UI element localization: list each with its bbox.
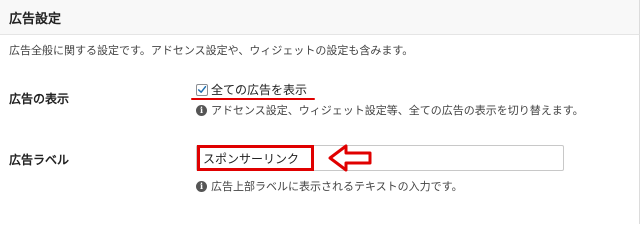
annotation-underline [191,98,315,100]
panel-header: 広告設定 [0,0,640,35]
show-ads-help: i アドセンス設定、ウィジェット設定等、全ての広告の表示を切り替えます。 [196,102,584,118]
checkmark-icon [197,85,207,93]
left-arrow-icon [328,144,372,172]
show-all-ads-checkbox[interactable] [196,83,208,96]
ad-settings-panel: 広告設定 広告全般に関する設定です。アドセンス設定や、ウィジェットの設定も含みま… [0,0,640,224]
panel-description: 広告全般に関する設定です。アドセンス設定や、ウィジェットの設定も含みます。 [9,44,414,57]
ad-label-input[interactable] [196,145,564,171]
show-all-ads-checkbox-row[interactable]: 全ての広告を表示 [196,81,307,98]
info-icon: i [196,104,207,116]
ad-label-help-text: 広告上部ラベルに表示されるテキストの入力です。 [211,180,463,193]
info-icon: i [196,180,207,192]
panel-title: 広告設定 [9,12,62,27]
panel-body [0,35,640,224]
show-all-ads-checkbox-label[interactable]: 全ての広告を表示 [211,81,307,98]
ad-label-help: i 広告上部ラベルに表示されるテキストの入力です。 [196,178,463,194]
show-ads-help-text: アドセンス設定、ウィジェット設定等、全ての広告の表示を切り替えます。 [211,104,584,117]
show-ads-label: 広告の表示 [9,92,70,106]
ad-label-label: 広告ラベル [9,153,70,167]
